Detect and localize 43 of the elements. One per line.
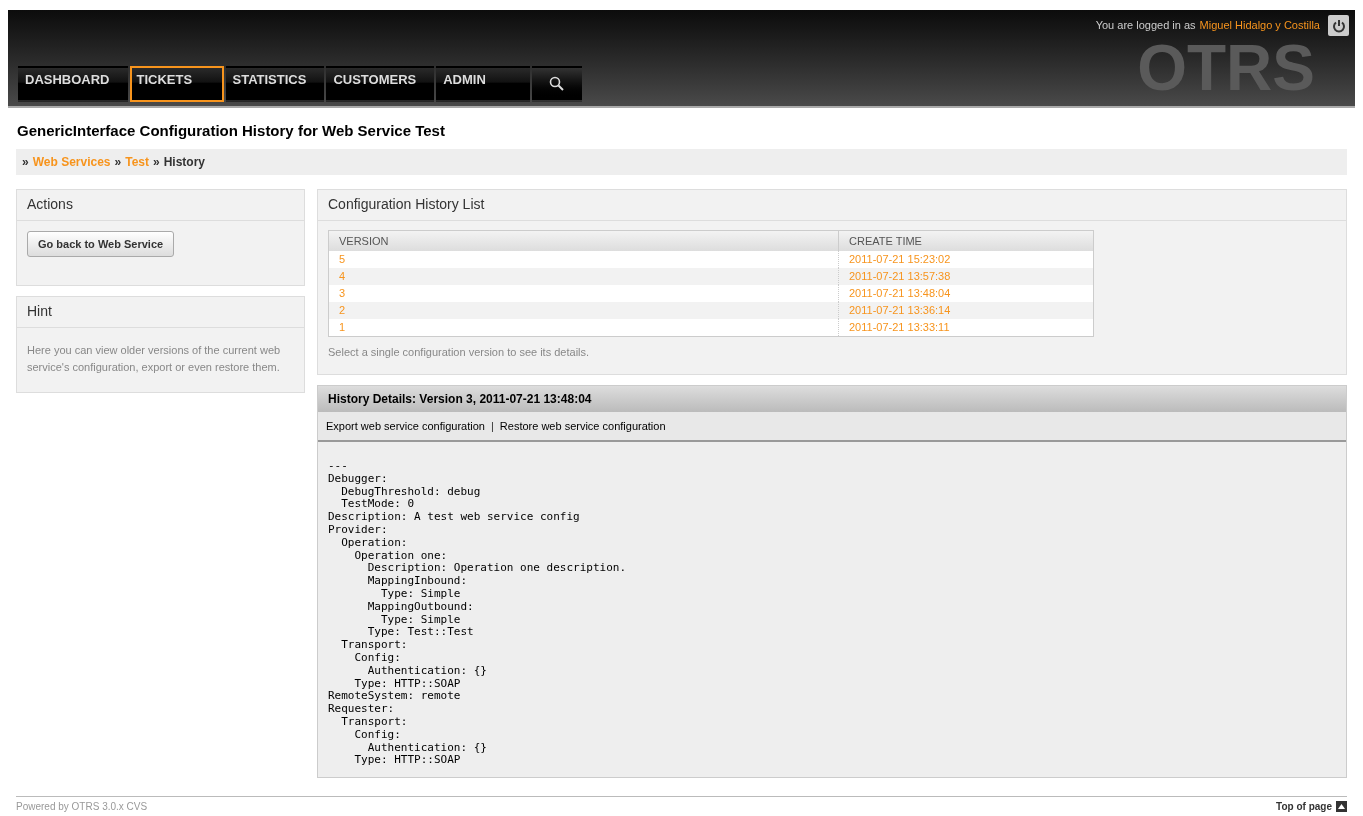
- footer-text: Powered by OTRS 3.0.x CVS: [16, 800, 148, 815]
- logo: OTRS: [1137, 40, 1315, 96]
- nav-tab[interactable]: STATISTICS: [225, 66, 325, 102]
- up-arrow-icon: [1336, 801, 1347, 813]
- logout-button[interactable]: [1328, 15, 1349, 36]
- breadcrumb-separator: »: [22, 153, 29, 171]
- toolbar-link[interactable]: Export web service configuration: [326, 417, 485, 435]
- config-code: --- Debugger: DebugThreshold: debug TestMode: 0 Description: A test web service config Provider: Operation: Operation one: Description: Operation one description. MappingInbound: Type: Simple MappingOutbound: Type: Simple Type: Test::Test Transport: Config: Authentication: {} Type: HTTP::SOAP RemoteSystem: remote Requester: Transport: Config: Authentication: {} Type: HTTP::SOAP: [327, 458, 627, 769]
- separator: |: [490, 418, 494, 434]
- breadcrumb-separator: »: [114, 153, 122, 171]
- search-button[interactable]: [532, 66, 583, 102]
- panel-title: Configuration History List: [318, 189, 1346, 221]
- login-label: You are logged in as: [1095, 18, 1196, 34]
- search-icon: [549, 76, 566, 92]
- nav-tab[interactable]: DASHBOARD: [18, 66, 128, 102]
- table-note: Select a single configuration version to see its details.: [328, 344, 591, 360]
- breadcrumb-link[interactable]: Web Services: [32, 152, 111, 171]
- panel-title: Actions: [17, 189, 304, 221]
- create-time-cell[interactable]: 2011-07-21 13:36:14: [838, 302, 1094, 319]
- create-time-cell[interactable]: 2011-07-21 13:57:38: [838, 268, 1094, 285]
- page-title: GenericInterface Configuration History for Web Service Test: [17, 121, 446, 141]
- create-time-cell[interactable]: 2011-07-21 13:33:11: [838, 319, 1094, 336]
- version-cell[interactable]: 1: [328, 319, 839, 336]
- create-time-cell[interactable]: 2011-07-21 13:48:04: [838, 285, 1094, 302]
- power-icon: [1331, 18, 1346, 33]
- top-of-page-link[interactable]: Top of page: [1276, 799, 1347, 815]
- version-cell[interactable]: 3: [328, 285, 839, 302]
- user-link[interactable]: Miguel Hidalgo y Costilla: [1199, 17, 1320, 34]
- nav-tab[interactable]: ADMIN: [436, 66, 531, 102]
- hint-text: Here you can view older versions of the current web service's configuration, export or even restore them.: [26, 342, 282, 375]
- breadcrumb-separator: »: [153, 153, 160, 171]
- create-time-cell[interactable]: 2011-07-21 15:23:02: [838, 251, 1094, 268]
- go-back-button[interactable]: Go back to Web Service: [27, 230, 175, 257]
- nav-tab[interactable]: CUSTOMERS: [326, 66, 435, 102]
- version-cell[interactable]: 4: [328, 268, 839, 285]
- breadcrumb-link[interactable]: Test: [125, 152, 149, 171]
- nav-tab[interactable]: TICKETS: [129, 66, 224, 102]
- version-cell[interactable]: 2: [328, 302, 839, 319]
- breadcrumb-current: History: [163, 153, 206, 171]
- version-cell[interactable]: 5: [328, 251, 839, 268]
- panel-title: History Details: Version 3, 2011-07-21 13:48:04: [318, 386, 1346, 412]
- toolbar-link[interactable]: Restore web service configuration: [499, 417, 666, 435]
- panel-title: Hint: [17, 296, 304, 328]
